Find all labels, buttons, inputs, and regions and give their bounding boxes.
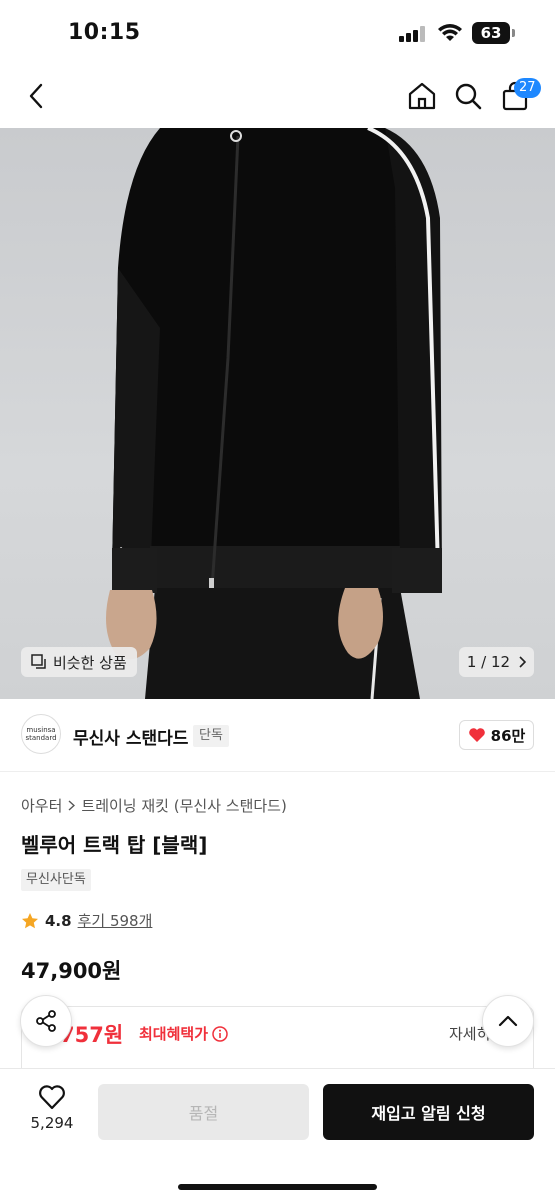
signal-icon (399, 26, 427, 42)
status-bar: 10:15 63 (0, 0, 555, 66)
cart-count-badge: 27 (514, 78, 541, 98)
product-image[interactable] (0, 128, 555, 699)
scroll-to-top-button[interactable] (482, 995, 534, 1047)
share-icon (36, 1010, 56, 1032)
home-button[interactable] (402, 76, 442, 116)
similar-products-button[interactable]: 비슷한 상품 (21, 647, 137, 677)
brand-logo[interactable]: musinsa standard (21, 714, 61, 754)
back-button[interactable] (16, 76, 56, 116)
review-count-link[interactable]: 후기 598개 (78, 910, 153, 931)
brand-name[interactable]: 무신사 스탠다드 (73, 724, 188, 749)
image-pager[interactable]: 1 / 12 (459, 647, 534, 677)
chevron-up-icon (498, 1015, 518, 1027)
product-photo (106, 128, 442, 699)
like-button[interactable]: 86만 (459, 720, 534, 750)
brand-logo-line1: musinsa (26, 726, 56, 734)
search-button[interactable] (448, 76, 488, 116)
brand-logo-line2: standard (25, 734, 57, 742)
product-price: 47,900원 (21, 959, 122, 983)
benefit-label[interactable]: 최대혜택가 (139, 1023, 228, 1044)
benefit-label-text: 최대혜택가 (139, 1025, 209, 1043)
star-icon (22, 912, 38, 928)
similar-products-label: 비슷한 상품 (53, 653, 127, 672)
home-indicator (178, 1184, 377, 1190)
wishlist-count: 5,294 (30, 1114, 74, 1132)
rating-row: 4.8 후기 598개 (21, 910, 152, 931)
brand-exclusive-tag: 단독 (193, 725, 229, 747)
wifi-icon (438, 24, 462, 41)
breadcrumb-category[interactable]: 아우터 (21, 795, 62, 816)
share-button[interactable] (20, 995, 72, 1047)
info-icon (212, 1025, 228, 1042)
like-count: 86만 (490, 726, 526, 745)
exclusive-tag: 무신사단독 (21, 869, 91, 891)
soldout-button: 품절 (98, 1084, 309, 1140)
breadcrumb-subcategory[interactable]: 트레이닝 재킷 (무신사 스탠다드) (81, 795, 286, 816)
chevron-right-icon (519, 656, 527, 668)
image-pager-count: 1 / 12 (466, 653, 511, 671)
breadcrumb: 아우터 트레이닝 재킷 (무신사 스탠다드) (21, 795, 287, 816)
product-title: 벨루어 트랙 탑 [블랙] (21, 833, 208, 857)
battery-cap (512, 29, 515, 37)
chevron-left-icon (29, 83, 43, 109)
top-nav (0, 66, 555, 128)
heart-filled-icon (468, 728, 485, 742)
restock-alert-button[interactable]: 재입고 알림 신청 (323, 1084, 534, 1140)
brand-row: musinsa standard 무신사 스탠다드 단독 86만 (0, 700, 555, 772)
similar-icon (31, 654, 46, 669)
home-icon (408, 82, 436, 110)
battery-indicator: 63 (472, 22, 510, 44)
rating-value: 4.8 (45, 911, 72, 930)
search-icon (455, 83, 482, 110)
status-time: 10:15 (68, 20, 141, 45)
wishlist-button[interactable]: 5,294 (21, 1084, 83, 1140)
heart-outline-icon (39, 1085, 65, 1110)
chevron-right-icon (68, 800, 76, 811)
